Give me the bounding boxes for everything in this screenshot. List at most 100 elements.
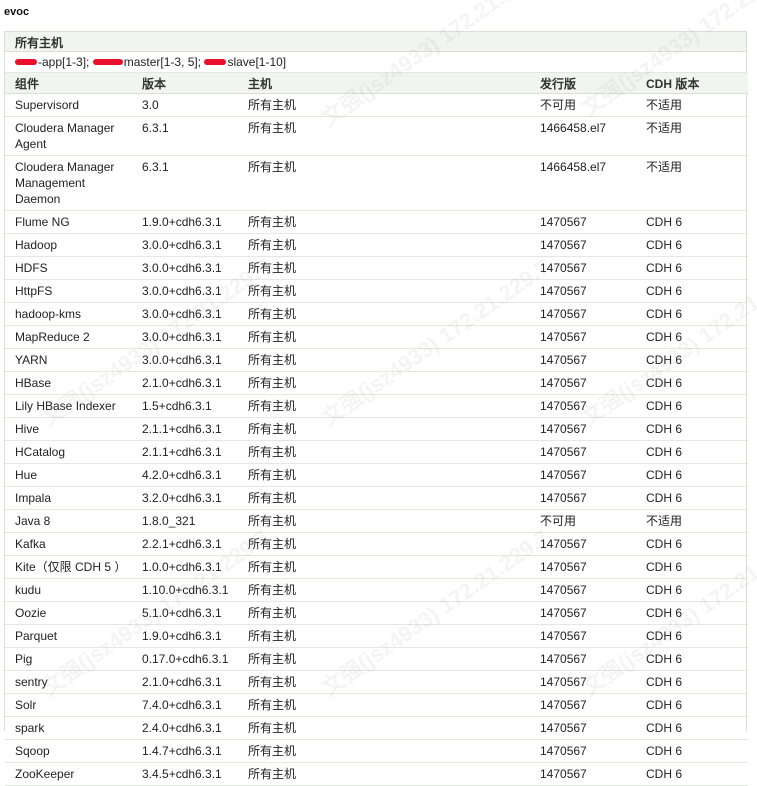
release-cell: 1470567 [530,325,636,349]
cdh-version-cell: 不适用 [636,509,748,533]
version-cell: 7.4.0+cdh6.3.1 [132,693,238,717]
component-cell: Lily HBase Indexer [5,394,132,418]
cdh-version-cell: CDH 6 [636,325,748,349]
cdh-version-cell: CDH 6 [636,578,748,602]
table-row: Parquet 1.9.0+cdh6.3.1 所有主机 1470567 CDH 6 [5,624,748,648]
table-header-row: 组件 版本 主机 发行版 CDH 版本 [5,73,748,94]
redaction-mark [92,58,123,65]
table-row: Sqoop 1.4.7+cdh6.3.1 所有主机 1470567 CDH 6 [5,739,748,763]
version-cell: 3.0.0+cdh6.3.1 [132,325,238,349]
cdh-version-cell: CDH 6 [636,348,748,372]
cdh-version-cell: 不适用 [636,93,748,117]
component-cell: Hue [5,463,132,487]
cdh-version-cell: CDH 6 [636,256,748,280]
table-body: Supervisord 3.0 所有主机 不可用 不适用 Cloudera Manager… [5,93,748,786]
release-cell: 1470567 [530,578,636,602]
hosts-cell: 所有主机 [238,716,530,740]
cdh-version-cell: CDH 6 [636,440,748,464]
release-cell: 1470567 [530,210,636,234]
release-cell: 1470567 [530,440,636,464]
hosts-cell: 所有主机 [238,325,530,349]
cdh-version-cell: CDH 6 [636,233,748,257]
version-cell: 2.1.1+cdh6.3.1 [132,440,238,464]
component-cell: Impala [5,486,132,510]
table-row: HDFS 3.0.0+cdh6.3.1 所有主机 1470567 CDH 6 [5,256,748,280]
release-cell: 1470567 [530,348,636,372]
cdh-version-cell: CDH 6 [636,647,748,671]
cdh-version-cell: 不适用 [636,155,748,211]
table-row: Kafka 2.2.1+cdh6.3.1 所有主机 1470567 CDH 6 [5,532,748,556]
table-row: sentry 2.1.0+cdh6.3.1 所有主机 1470567 CDH 6 [5,670,748,694]
release-cell: 1470567 [530,371,636,395]
component-cell: Flume NG [5,210,132,234]
version-cell: 6.3.1 [132,116,238,156]
hosts-cell: 所有主机 [238,739,530,763]
component-cell: Hadoop [5,233,132,257]
component-cell: Oozie [5,601,132,625]
table-row: Cloudera Manager Agent 6.3.1 所有主机 1466458.e… [5,116,748,156]
table-row: Hue 4.2.0+cdh6.3.1 所有主机 1470567 CDH 6 [5,463,748,487]
hosts-cell: 所有主机 [238,601,530,625]
version-cell: 1.8.0_321 [132,509,238,533]
table-row: Kite（仅限 CDH 5 ） 1.0.0+cdh6.3.1 所有主机 1470567… [5,555,748,579]
table-row: HBase 2.1.0+cdh6.3.1 所有主机 1470567 CDH 6 [5,371,748,395]
table-row: Flume NG 1.9.0+cdh6.3.1 所有主机 1470567 CDH 6 [5,210,748,234]
hosts-cell: 所有主机 [238,555,530,579]
version-cell: 3.0.0+cdh6.3.1 [132,302,238,326]
column-header-release: 发行版 [530,73,636,94]
cdh-version-cell: CDH 6 [636,532,748,556]
release-cell: 1470567 [530,233,636,257]
component-cell: Supervisord [5,93,132,117]
version-cell: 2.1.1+cdh6.3.1 [132,417,238,441]
version-cell: 2.1.0+cdh6.3.1 [132,670,238,694]
release-cell: 1466458.el7 [530,155,636,211]
release-cell: 1470567 [530,762,636,786]
cluster-name: evoc [4,6,30,18]
version-cell: 3.4.5+cdh6.3.1 [132,762,238,786]
table-row: Hive 2.1.1+cdh6.3.1 所有主机 1470567 CDH 6 [5,417,748,441]
release-cell: 1470567 [530,601,636,625]
version-cell: 4.2.0+cdh6.3.1 [132,463,238,487]
version-cell: 2.4.0+cdh6.3.1 [132,716,238,740]
hosts-cell: 所有主机 [238,256,530,280]
hosts-cell: 所有主机 [238,647,530,671]
component-cell: HCatalog [5,440,132,464]
hosts-cell: 所有主机 [238,210,530,234]
hosts-cell: 所有主机 [238,624,530,648]
hosts-cell: 所有主机 [238,155,530,211]
cdh-version-cell: CDH 6 [636,762,748,786]
component-cell: YARN [5,348,132,372]
release-cell: 1470567 [530,555,636,579]
version-cell: 3.0.0+cdh6.3.1 [132,256,238,280]
version-cell: 2.2.1+cdh6.3.1 [132,532,238,556]
hosts-cell: 所有主机 [238,440,530,464]
hosts-cell: 所有主机 [238,93,530,117]
hosts-cell: 所有主机 [238,394,530,418]
hosts-cell: 所有主机 [238,233,530,257]
release-cell: 1470567 [530,532,636,556]
table-row: hadoop-kms 3.0.0+cdh6.3.1 所有主机 1470567 CDH 6 [5,302,748,326]
release-cell: 1470567 [530,624,636,648]
host-list: -app[1-3]; master[1-3, 5]; slave[1-10] [5,52,746,73]
version-cell: 5.1.0+cdh6.3.1 [132,601,238,625]
release-cell: 1470567 [530,670,636,694]
version-cell: 3.0 [132,93,238,117]
column-header-version: 版本 [132,73,238,94]
release-cell: 不可用 [530,509,636,533]
component-cell: HBase [5,371,132,395]
hosts-cell: 所有主机 [238,762,530,786]
release-cell: 1470567 [530,256,636,280]
table-row: HCatalog 2.1.1+cdh6.3.1 所有主机 1470567 CDH 6 [5,440,748,464]
release-cell: 1470567 [530,394,636,418]
version-cell: 1.9.0+cdh6.3.1 [132,624,238,648]
host-group-app: -app[1-3]; [38,55,90,69]
version-cell: 3.0.0+cdh6.3.1 [132,233,238,257]
cdh-version-cell: CDH 6 [636,486,748,510]
cdh-version-cell: CDH 6 [636,624,748,648]
cdh-version-cell: CDH 6 [636,210,748,234]
version-cell: 2.1.0+cdh6.3.1 [132,371,238,395]
table-row: YARN 3.0.0+cdh6.3.1 所有主机 1470567 CDH 6 [5,348,748,372]
release-cell: 1470567 [530,486,636,510]
hosts-cell: 所有主机 [238,486,530,510]
cdh-version-cell: CDH 6 [636,739,748,763]
